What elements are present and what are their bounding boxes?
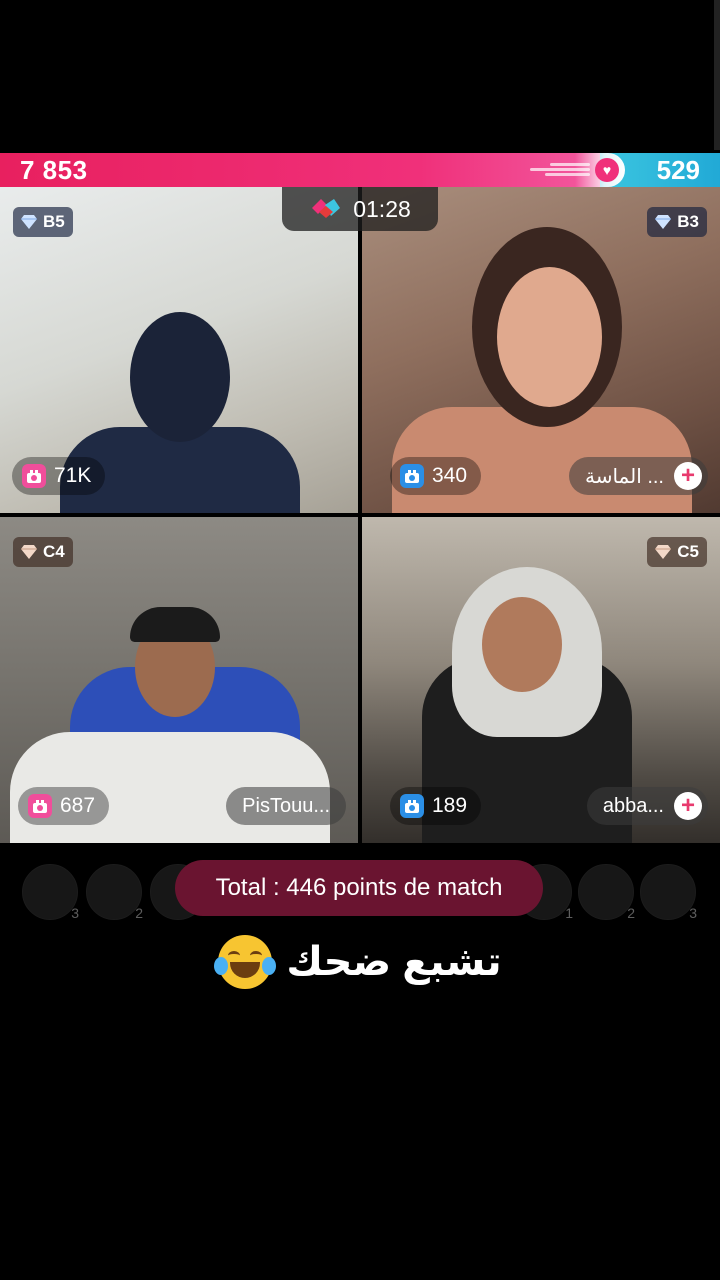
- supporter-avatar[interactable]: 2: [578, 864, 635, 921]
- avatar-rank: 3: [689, 905, 697, 921]
- diamond-icon: [21, 545, 37, 559]
- heart-icon: ♥: [595, 158, 619, 182]
- scroll-edge: [714, 0, 720, 150]
- total-points-pill: Total : 446 points de match: [175, 860, 543, 916]
- video-grid: B5 71K B3 340 الماسة ... + C4 687 PisTou…: [0, 187, 720, 843]
- host-name-pill[interactable]: الماسة ... +: [568, 457, 708, 495]
- score-divider: ♥: [575, 153, 625, 187]
- avatar-rank: 2: [627, 905, 635, 921]
- points-value: 687: [60, 794, 96, 817]
- supporter-avatar[interactable]: 3: [640, 864, 697, 921]
- diamond-icon: [655, 545, 672, 559]
- timer-value: 01:28: [353, 195, 411, 222]
- rank-badge: C4: [13, 537, 73, 567]
- video-tile-2[interactable]: B3 340 الماسة ... +: [362, 187, 720, 513]
- video-tile-3[interactable]: C4 687 PisTouu...: [0, 517, 358, 843]
- rank-label: B3: [677, 212, 699, 231]
- diamond-icon: [21, 215, 37, 229]
- gift-blue-icon: [400, 794, 424, 818]
- rank-label: B5: [43, 212, 65, 231]
- gift-pink-icon: [28, 794, 52, 818]
- host-name-pill[interactable]: abba... +: [586, 787, 708, 825]
- points-value: 71K: [54, 464, 92, 487]
- avatar-rank: 3: [71, 905, 79, 921]
- host-name: الماسة ...: [584, 465, 664, 488]
- rank-badge: C5: [647, 537, 707, 567]
- supporter-avatar[interactable]: 3: [22, 864, 79, 921]
- battle-score-bar: 7 853 529 ♥: [0, 153, 720, 187]
- follow-plus-icon[interactable]: +: [674, 792, 702, 820]
- rank-badge: B3: [647, 207, 707, 237]
- points-value: 189: [432, 794, 468, 817]
- host-name-pill[interactable]: PisTouu...: [226, 787, 346, 825]
- laughing-tears-emoji: [214, 935, 277, 989]
- diamond-icon: [655, 215, 672, 229]
- host-name: PisTouu...: [242, 794, 330, 817]
- avatar-rank: 1: [565, 905, 573, 921]
- host-name: abba...: [602, 794, 664, 817]
- match-summary-row: 3 2 1 2 3 Total : 446 points de match: [0, 857, 720, 927]
- rank-badge: B5: [13, 207, 73, 237]
- battle-gloves-icon: [309, 196, 343, 222]
- rank-label: C5: [677, 542, 699, 561]
- gift-points-pill[interactable]: 687: [18, 787, 110, 825]
- supporter-avatar[interactable]: 2: [86, 864, 143, 921]
- rank-label: C4: [43, 542, 65, 561]
- gift-points-pill[interactable]: 71K: [12, 457, 106, 495]
- score-left: 7 853: [0, 153, 600, 187]
- gift-blue-icon: [400, 464, 424, 488]
- points-value: 340: [432, 464, 468, 487]
- battle-timer: 01:28: [282, 187, 438, 231]
- gift-pink-icon: [22, 464, 46, 488]
- follow-plus-icon[interactable]: +: [674, 462, 702, 490]
- avatar-rank: 2: [135, 905, 143, 921]
- video-tile-4[interactable]: C5 189 abba... +: [362, 517, 720, 843]
- caption-text: تشبع ضحك: [286, 940, 502, 984]
- gift-points-pill[interactable]: 340: [390, 457, 482, 495]
- gift-points-pill[interactable]: 189: [390, 787, 482, 825]
- video-caption: تشبع ضحك: [0, 935, 720, 989]
- video-tile-1[interactable]: B5 71K: [0, 187, 358, 513]
